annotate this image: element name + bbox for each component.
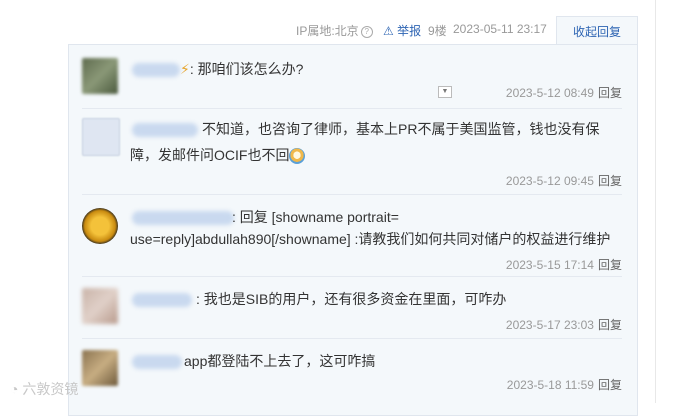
username[interactable]: [132, 123, 198, 137]
reply-meta: 2023-5-17 23:03 回复: [506, 316, 622, 333]
reply-text: 不知道，也咨询了律师，基本上PR不属于美国监管，钱也没有保: [202, 121, 600, 137]
reply-button[interactable]: 回复: [598, 318, 622, 332]
reply-button[interactable]: 回复: [598, 86, 622, 100]
avatar[interactable]: [82, 350, 118, 386]
reply-text: app都登陆不上去了，这可咋搞: [184, 353, 376, 369]
avatar[interactable]: [82, 288, 118, 324]
username[interactable]: [132, 63, 180, 77]
username[interactable]: [132, 355, 182, 369]
reply-meta: 2023-5-18 11:59 回复: [507, 376, 622, 393]
expand-icon[interactable]: ▼: [438, 86, 452, 98]
reply-text: : 我也是SIB的用户，还有很多资金在里面，可咋办: [196, 291, 507, 307]
reply-time: 2023-5-18 11:59: [506, 378, 594, 392]
post-timestamp: 2023-05-11 23:17: [453, 22, 547, 36]
avatar[interactable]: [82, 118, 120, 156]
divider: [82, 338, 622, 339]
avatar[interactable]: [82, 208, 118, 244]
reply-meta: 2023-5-12 08:49 回复: [506, 84, 622, 101]
divider: [82, 108, 622, 109]
warning-icon: ⚠: [383, 24, 394, 38]
username[interactable]: [132, 293, 192, 307]
help-icon[interactable]: ?: [360, 25, 373, 38]
reply-text-cont: 障，发邮件问OCIF也不回: [130, 147, 290, 163]
reply-text-cont: use=reply]abdullah890[/showname] :请教我们如何…: [130, 231, 611, 247]
username[interactable]: [132, 211, 234, 225]
reply-item: : 我也是SIB的用户，还有很多资金在里面，可咋办 2023-5-17 23:0…: [82, 286, 622, 334]
avatar[interactable]: [82, 58, 118, 94]
reply-meta: 2023-5-15 17:14 回复: [506, 256, 622, 273]
lightning-icon: ⚡: [180, 61, 190, 77]
reply-time: 2023-5-17 23:03: [505, 318, 594, 332]
reply-item: : 回复 [showname portrait= use=reply]abdul…: [82, 204, 622, 274]
right-divider: [655, 0, 656, 403]
emoji-icon: [289, 148, 306, 165]
reply-item: ⚡: 那咱们该怎么办? ▼ 2023-5-12 08:49 回复: [82, 56, 622, 102]
reply-text: : 那咱们该怎么办?: [189, 61, 304, 77]
watermark: ◔ 六敦资镜: [10, 379, 78, 399]
reply-button[interactable]: 回复: [598, 174, 622, 188]
reply-button[interactable]: 回复: [598, 258, 622, 272]
collapse-reply-button[interactable]: 收起回复: [556, 16, 638, 47]
reply-time: 2023-5-15 17:14: [505, 258, 594, 272]
watermark-text: 六敦资镜: [22, 381, 79, 397]
report-label: 举报: [397, 24, 422, 38]
reply-time: 2023-5-12 08:49: [505, 86, 594, 100]
reply-item: 不知道，也咨询了律师，基本上PR不属于美国监管，钱也没有保 障，发邮件问OCIF…: [82, 116, 622, 190]
divider: [82, 276, 622, 277]
watermark-logo-icon: ◔: [10, 381, 19, 397]
divider: [82, 194, 622, 195]
reply-meta: 2023-5-12 09:45 回复: [506, 172, 622, 189]
post-meta-bar: IP属地:北京? ⚠ 举报 9楼 2023-05-11 23:17 收起回复: [0, 14, 682, 47]
report-link[interactable]: ⚠ 举报: [383, 22, 421, 39]
ip-location: IP属地:北京?: [296, 22, 373, 39]
floor-number: 9楼: [428, 24, 447, 38]
reply-time: 2023-5-12 09:45: [505, 174, 594, 188]
reply-item: app都登陆不上去了，这可咋搞 2023-5-18 11:59 回复: [82, 348, 622, 394]
reply-button[interactable]: 回复: [598, 378, 622, 392]
